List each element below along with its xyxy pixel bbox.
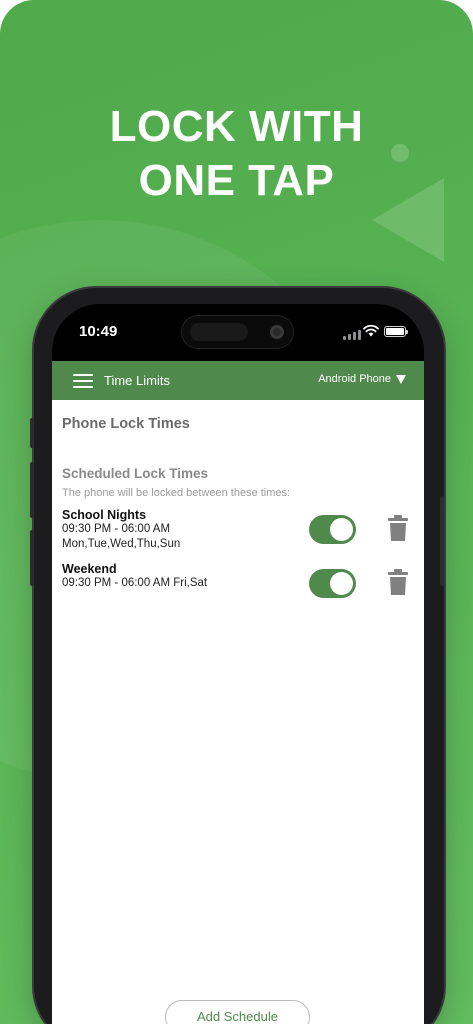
status-bar: 10:49 [52,304,424,361]
dynamic-island [181,315,294,349]
menu-icon[interactable] [73,374,93,388]
headline-line-2: ONE TAP [138,156,335,205]
schedule-name: School Nights [62,508,147,522]
schedule-days: Mon,Tue,Wed,Thu,Sun [62,538,181,550]
schedule-toggle[interactable] [309,515,356,544]
status-time: 10:49 [79,323,118,340]
schedule-item-school-nights[interactable]: School Nights 09:30 PM - 06:00 AM Mon,Tu… [62,508,414,556]
phone-volume-down-button [30,530,34,586]
schedule-toggle[interactable] [309,569,356,598]
caret-down-icon [396,374,406,384]
signal-icon [343,330,361,340]
schedule-name: Weekend [62,562,117,576]
device-selector[interactable]: Android Phone [318,373,406,385]
phone-power-button [440,496,444,586]
section-subtitle: The phone will be locked between these t… [62,487,291,499]
app-bar: Time Limits Android Phone [52,361,424,400]
battery-icon [384,326,408,337]
app-bar-title: Time Limits [104,373,170,388]
schedule-time-range: 09:30 PM - 06:00 AM Fri,Sat [62,577,208,589]
headline-line-1: LOCK WITH [109,102,364,151]
app-content: Time Limits Android Phone Phone Lock Tim… [52,361,424,1024]
promo-headline: LOCK WITH ONE TAP [0,100,473,208]
schedule-time-range: 09:30 PM - 06:00 AM [62,523,171,535]
add-schedule-button[interactable]: Add Schedule [165,1000,310,1024]
schedule-item-weekend[interactable]: Weekend 09:30 PM - 06:00 AM Fri,Sat [62,562,414,598]
wifi-icon [363,324,379,337]
camera-icon [270,325,284,339]
phone-volume-up-button [30,462,34,518]
page-title: Phone Lock Times [62,416,190,432]
toggle-knob [330,572,353,595]
trash-icon[interactable] [388,569,408,595]
island-pill [190,323,248,341]
trash-icon[interactable] [388,515,408,541]
toggle-knob [330,518,353,541]
device-selector-label: Android Phone [318,373,391,385]
phone-side-button [30,418,34,448]
section-title: Scheduled Lock Times [62,466,209,481]
phone-screen: 10:49 Time Limits Android Phone Phone Lo… [52,304,424,1024]
